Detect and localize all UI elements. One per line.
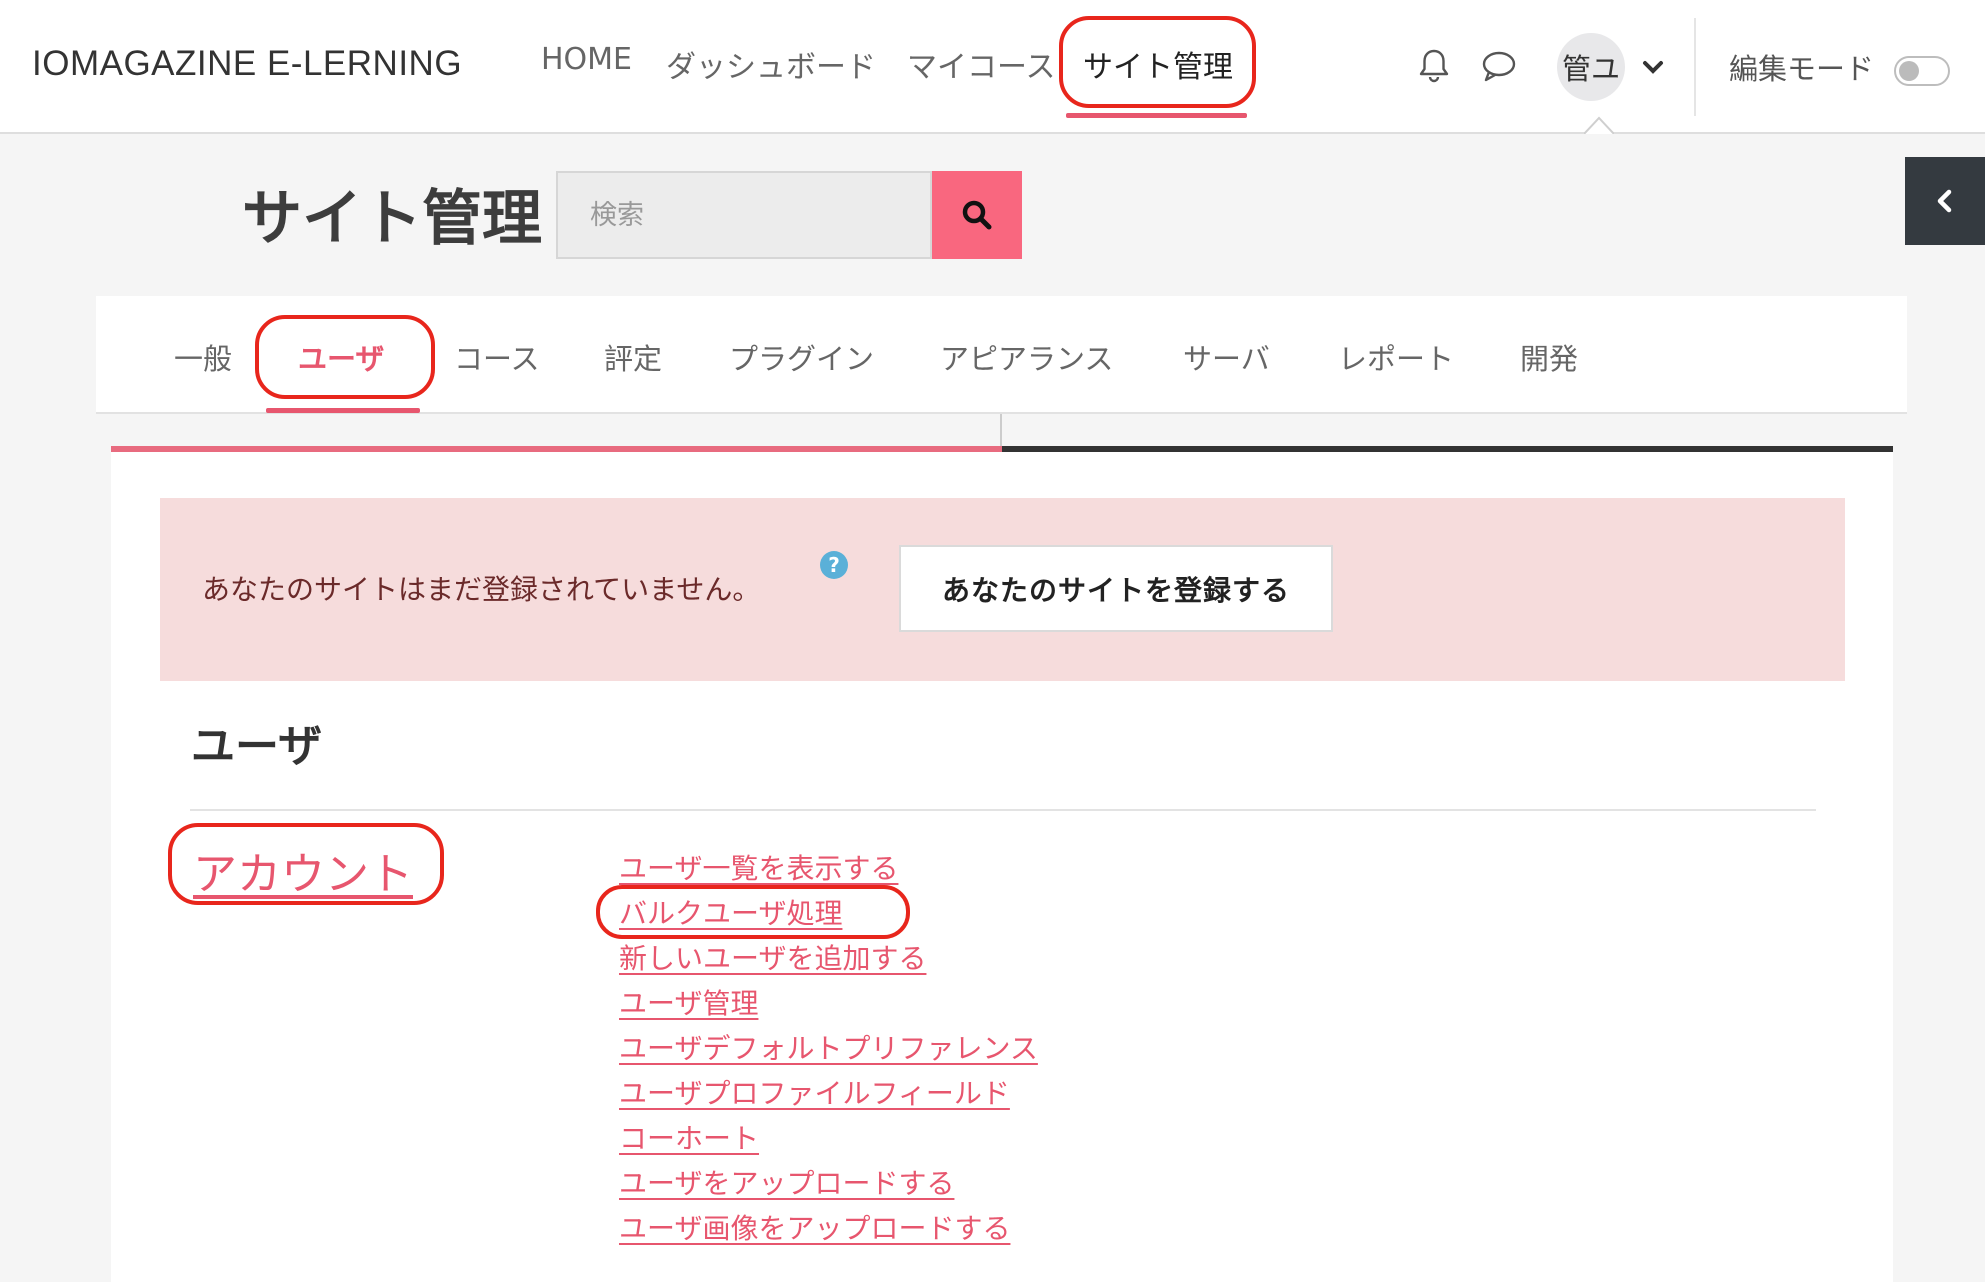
section-bar-right bbox=[1002, 446, 1893, 452]
messages-icon[interactable] bbox=[1479, 46, 1519, 86]
account-links: ユーザ一覧を表示する バルクユーザ処理 新しいユーザを追加する ユーザ管理 ユー… bbox=[619, 846, 1038, 1251]
chevron-left-icon bbox=[1937, 189, 1952, 213]
user-avatar[interactable]: 管ユ bbox=[1557, 33, 1625, 101]
link-user-management[interactable]: ユーザ管理 bbox=[619, 981, 1038, 1026]
category-accounts-link[interactable]: アカウント bbox=[193, 838, 413, 902]
nav-home[interactable]: HOME bbox=[541, 42, 632, 77]
edit-mode-toggle[interactable] bbox=[1894, 56, 1950, 86]
toggle-knob bbox=[1899, 61, 1919, 81]
tab-active-underline bbox=[266, 408, 420, 413]
edit-mode-label: 編集モード bbox=[1729, 52, 1875, 86]
nav-site-admin[interactable]: サイト管理 bbox=[1083, 42, 1233, 86]
tab-server[interactable]: サーバ bbox=[1183, 336, 1270, 378]
link-upload-user-pictures[interactable]: ユーザ画像をアップロードする bbox=[619, 1206, 1038, 1251]
tab-appearance[interactable]: アピアランス bbox=[940, 336, 1113, 378]
search-icon bbox=[962, 200, 992, 230]
nav-my-courses[interactable]: マイコース bbox=[907, 42, 1056, 86]
chevron-down-icon[interactable] bbox=[1638, 52, 1668, 82]
notification-bell-icon[interactable] bbox=[1414, 46, 1454, 86]
page-title: サイト管理 bbox=[242, 184, 542, 254]
alert-message: あなたのサイトはまだ登録されていません。 bbox=[202, 573, 761, 606]
tab-grades[interactable]: 評定 bbox=[604, 336, 662, 378]
site-brand[interactable]: IOMAGAZINE E-LERNING bbox=[32, 44, 462, 84]
section-bar-left bbox=[111, 446, 1002, 452]
link-bulk-user-actions[interactable]: バルクユーザ処理 bbox=[619, 891, 1038, 936]
tab-users[interactable]: ユーザ bbox=[298, 336, 384, 378]
user-menu-caret-icon bbox=[1584, 116, 1614, 134]
section-divider bbox=[190, 809, 1816, 811]
tab-plugins[interactable]: プラグイン bbox=[729, 336, 874, 378]
search-button[interactable] bbox=[932, 171, 1022, 259]
top-navbar: IOMAGAZINE E-LERNING HOME ダッシュボード マイコース … bbox=[0, 0, 1985, 134]
navbar-separator bbox=[1694, 18, 1696, 116]
link-add-new-user[interactable]: 新しいユーザを追加する bbox=[619, 936, 1038, 981]
tab-general[interactable]: 一般 bbox=[174, 336, 232, 378]
link-browse-users[interactable]: ユーザ一覧を表示する bbox=[619, 846, 1038, 891]
section-title: ユーザ bbox=[191, 721, 323, 772]
link-upload-users[interactable]: ユーザをアップロードする bbox=[619, 1161, 1038, 1206]
tab-reports[interactable]: レポート bbox=[1338, 336, 1454, 378]
tab-courses[interactable]: コース bbox=[454, 336, 540, 378]
link-user-default-preferences[interactable]: ユーザデフォルトプリファレンス bbox=[619, 1026, 1038, 1071]
help-icon[interactable]: ? bbox=[820, 551, 848, 579]
register-site-button[interactable]: あなたのサイトを登録する bbox=[899, 545, 1333, 632]
tab-development[interactable]: 開発 bbox=[1520, 336, 1578, 378]
nav-dashboard[interactable]: ダッシュボード bbox=[666, 42, 876, 86]
drawer-toggle-button[interactable] bbox=[1905, 157, 1985, 245]
nav-active-underline bbox=[1066, 113, 1247, 118]
search-input[interactable] bbox=[556, 171, 932, 259]
link-user-profile-fields[interactable]: ユーザプロファイルフィールド bbox=[619, 1071, 1038, 1116]
link-cohorts[interactable]: コーホート bbox=[619, 1116, 1038, 1161]
tab-divider-tick bbox=[1000, 414, 1002, 446]
